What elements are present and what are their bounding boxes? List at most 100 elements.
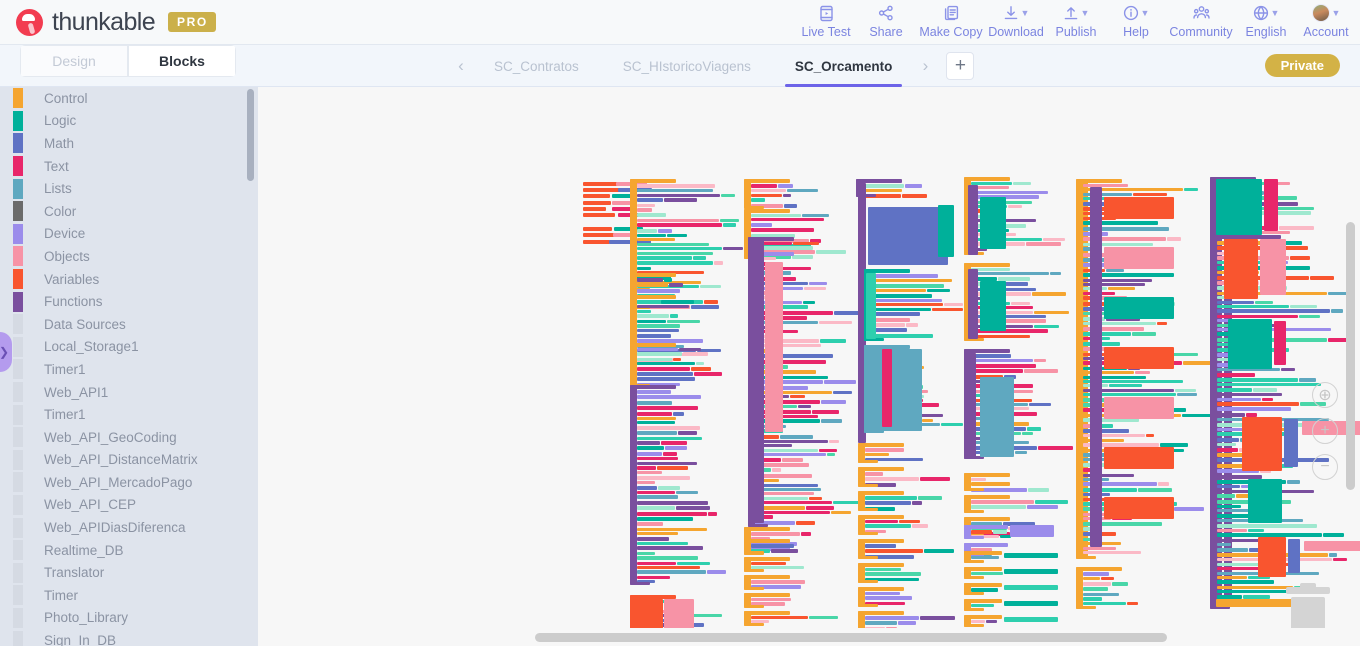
add-screen-button[interactable]: +	[946, 52, 975, 80]
block[interactable]	[751, 598, 791, 601]
sidebar-category-color[interactable]: Color	[0, 200, 258, 223]
block[interactable]	[1008, 205, 1022, 208]
block[interactable]	[793, 242, 819, 245]
block[interactable]	[871, 299, 942, 302]
block[interactable]	[858, 563, 904, 567]
block[interactable]	[721, 193, 735, 197]
block[interactable]	[819, 448, 837, 452]
block[interactable]	[1217, 509, 1251, 513]
block[interactable]	[637, 278, 663, 282]
block[interactable]	[1255, 300, 1273, 304]
block[interactable]	[755, 448, 818, 452]
sidebar-category-device[interactable]: Device	[0, 223, 258, 246]
block[interactable]	[971, 369, 1023, 374]
block[interactable]	[1217, 437, 1239, 442]
block[interactable]	[1104, 347, 1174, 369]
toolbar-community-button[interactable]: Community	[1166, 0, 1236, 39]
sidebar-component-web_api_distancematrix[interactable]: Web_API_DistanceMatrix	[0, 449, 258, 472]
block[interactable]	[637, 431, 677, 436]
brand-logo[interactable]: thunkable PRO	[0, 8, 216, 37]
block[interactable]	[1076, 179, 1122, 183]
block[interactable]	[871, 293, 932, 298]
block[interactable]	[661, 300, 694, 304]
block[interactable]	[1083, 597, 1102, 601]
toolbar-make-copy-button[interactable]: Make Copy	[916, 0, 986, 39]
block[interactable]	[1217, 387, 1252, 392]
block[interactable]	[806, 505, 834, 510]
block[interactable]	[964, 263, 1010, 267]
block[interactable]	[637, 536, 669, 541]
block[interactable]	[1217, 393, 1282, 397]
block[interactable]	[676, 506, 710, 511]
block[interactable]	[865, 477, 919, 482]
block[interactable]	[792, 255, 813, 260]
sidebar-component-web_apidiasdiferenca[interactable]: Web_APIDiasDiferenca	[0, 516, 258, 539]
block[interactable]	[906, 323, 918, 327]
block[interactable]	[755, 511, 830, 514]
block[interactable]	[683, 352, 708, 357]
block[interactable]	[772, 468, 781, 473]
block[interactable]	[924, 549, 954, 554]
block[interactable]	[637, 566, 700, 569]
block[interactable]	[964, 608, 984, 611]
block[interactable]	[744, 623, 764, 626]
block[interactable]	[912, 524, 928, 529]
block[interactable]	[637, 218, 719, 222]
block[interactable]	[723, 247, 743, 251]
block[interactable]	[1076, 567, 1083, 609]
block[interactable]	[1013, 182, 1031, 185]
block[interactable]	[704, 299, 718, 304]
block[interactable]	[1026, 242, 1061, 247]
block[interactable]	[1076, 567, 1122, 571]
block[interactable]	[637, 451, 662, 456]
block[interactable]	[637, 425, 700, 430]
block[interactable]	[868, 207, 948, 265]
sidebar-component-local_storage1[interactable]: Local_Storage1	[0, 336, 258, 359]
block[interactable]	[1290, 305, 1317, 308]
block[interactable]	[964, 473, 1010, 477]
block[interactable]	[964, 599, 1002, 603]
block[interactable]	[858, 556, 878, 559]
block[interactable]	[637, 390, 671, 394]
block[interactable]	[1217, 576, 1247, 579]
block[interactable]	[1248, 529, 1264, 532]
block[interactable]	[751, 184, 777, 188]
block[interactable]	[863, 184, 904, 188]
toolbar-share-button[interactable]: Share	[856, 0, 916, 39]
sidebar-component-data sources[interactable]: Data Sources	[0, 313, 258, 336]
toolbar-help-button[interactable]: ▼ Help	[1106, 0, 1166, 39]
block[interactable]	[865, 596, 912, 601]
center-blocks-button[interactable]: ⊕	[1312, 382, 1338, 408]
block[interactable]	[637, 546, 703, 551]
block[interactable]	[637, 556, 698, 561]
block[interactable]	[980, 281, 1006, 331]
block[interactable]	[871, 328, 907, 333]
block[interactable]	[630, 385, 676, 389]
block[interactable]	[1248, 479, 1282, 523]
block[interactable]	[1010, 525, 1054, 537]
block[interactable]	[755, 501, 832, 505]
block[interactable]	[637, 193, 720, 197]
block[interactable]	[1217, 529, 1247, 532]
block[interactable]	[637, 457, 678, 461]
block[interactable]	[637, 184, 715, 188]
sidebar-category-math[interactable]: Math	[0, 132, 258, 155]
block[interactable]	[1034, 359, 1046, 363]
screen-tab-SC_Orcamento[interactable]: SC_Orcamento	[773, 45, 915, 87]
block[interactable]	[1217, 402, 1299, 406]
block[interactable]	[971, 530, 992, 534]
block[interactable]	[865, 501, 911, 506]
block[interactable]	[1112, 581, 1128, 586]
block[interactable]	[1076, 556, 1096, 559]
block[interactable]	[1127, 602, 1138, 606]
sidebar-component-sign_in_db[interactable]: Sign_In_DB	[0, 629, 258, 646]
block[interactable]	[630, 179, 676, 183]
block[interactable]	[637, 228, 657, 233]
block[interactable]	[898, 621, 916, 626]
block[interactable]	[1027, 427, 1041, 431]
sidebar-component-photo_library[interactable]: Photo_Library	[0, 607, 258, 630]
block[interactable]	[771, 549, 798, 554]
block[interactable]	[1034, 310, 1069, 314]
block[interactable]	[833, 391, 852, 394]
block[interactable]	[1083, 581, 1111, 586]
